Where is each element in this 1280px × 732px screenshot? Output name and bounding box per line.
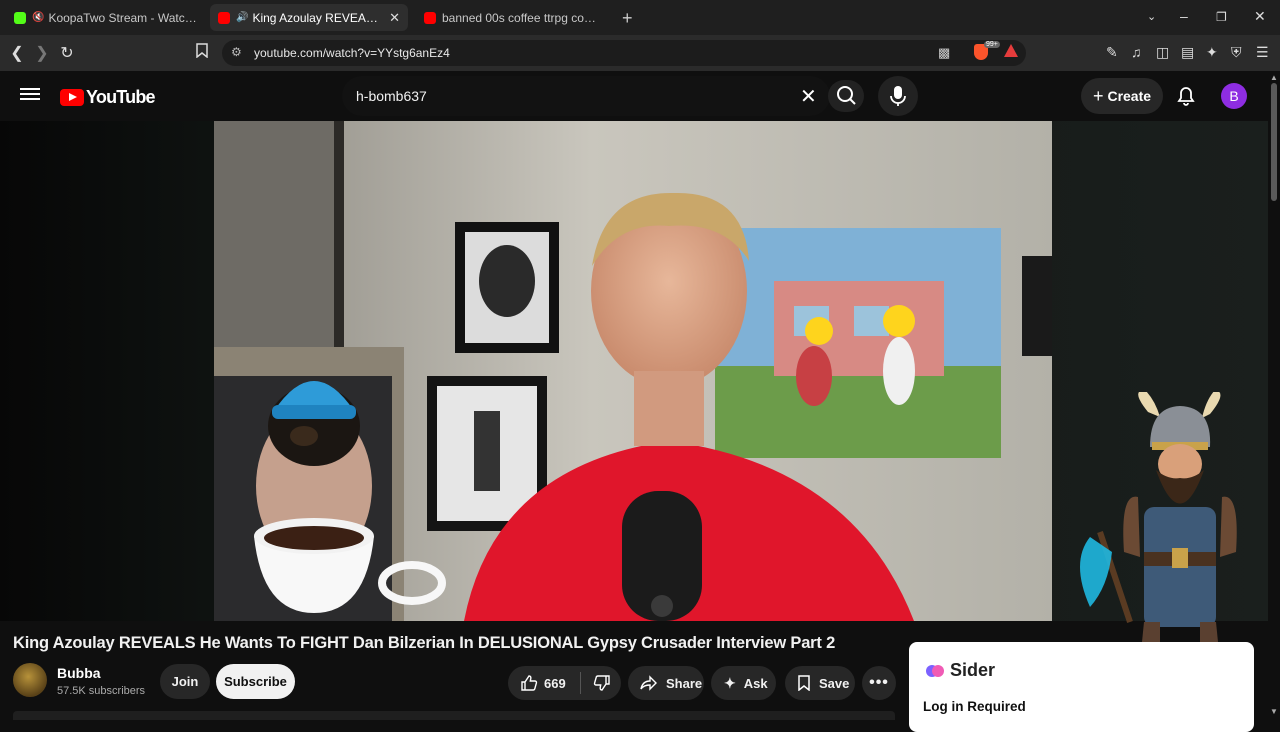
media-music-icon[interactable]: ♫ xyxy=(1131,44,1142,60)
video-frame-image xyxy=(214,121,1052,621)
sider-brain-icon xyxy=(926,664,944,677)
search-icon xyxy=(837,86,856,105)
microphone-icon xyxy=(890,86,906,106)
ask-label: Ask xyxy=(743,675,768,691)
share-button[interactable]: Share xyxy=(628,666,704,700)
scroll-up-icon[interactable]: ▲ xyxy=(1270,73,1278,82)
sidebar-icon[interactable]: ◫ xyxy=(1156,44,1169,61)
leo-ai-icon[interactable]: ✦ xyxy=(1206,44,1218,61)
clear-search-icon[interactable]: ✕ xyxy=(800,84,817,109)
window-close-icon[interactable]: ✕ xyxy=(1254,8,1266,25)
sparkle-icon: ✦ xyxy=(724,674,736,691)
channel-avatar[interactable] xyxy=(13,663,47,697)
scroll-down-icon[interactable]: ▼ xyxy=(1270,707,1278,716)
plus-icon: + xyxy=(1092,85,1104,106)
divider xyxy=(579,672,581,694)
bookmark-icon[interactable] xyxy=(192,43,212,63)
youtube-favicon-icon xyxy=(218,11,230,24)
tab-title: KoopaTwo Stream - Watch Live o xyxy=(48,10,198,25)
vpn-shield-icon[interactable]: ⛨ xyxy=(1231,44,1242,61)
sider-extension-panel[interactable]: Sider Log in Required xyxy=(909,642,1254,732)
youtube-header: YouTube h-bomb637 ✕ + Create B xyxy=(0,71,1280,121)
share-label: Share xyxy=(666,675,703,691)
like-button[interactable]: 669 xyxy=(508,674,566,692)
muted-speaker-icon[interactable]: 🔇 xyxy=(32,12,44,23)
share-arrow-icon xyxy=(640,675,657,691)
browser-tab-koopatwo[interactable]: 🔇 KoopaTwo Stream - Watch Live o xyxy=(6,4,206,31)
forward-icon[interactable]: ❯ xyxy=(32,43,52,63)
more-actions-icon[interactable]: ••• xyxy=(862,666,896,700)
join-button[interactable]: Join xyxy=(160,664,210,699)
browser-tab-coffee-ttrpg[interactable]: banned 00s coffee ttrpg commercial xyxy=(416,4,612,31)
kick-favicon-icon xyxy=(14,11,26,24)
extensions-icon[interactable]: ✎ xyxy=(1106,44,1118,61)
ask-button[interactable]: ✦ Ask xyxy=(711,666,776,700)
subscriber-count: 57.5K subscribers xyxy=(57,685,146,697)
sider-login-message[interactable]: Log in Required xyxy=(923,699,1026,714)
like-dislike-group: 669 xyxy=(508,666,621,700)
youtube-logo-text: YouTube xyxy=(86,87,156,107)
url-field[interactable]: ⚙ youtube.com/watch?v=YYstg6anEz4 ▩ 99+ xyxy=(222,40,1026,66)
create-button[interactable]: + Create xyxy=(1081,78,1163,114)
save-bookmark-icon xyxy=(798,675,810,691)
close-tab-icon[interactable]: ✕ xyxy=(389,10,400,26)
wallet-icon[interactable]: ▤ xyxy=(1181,44,1194,61)
site-info-icon[interactable]: ⚙ xyxy=(231,45,242,59)
video-title: King Azoulay REVEALS He Wants To FIGHT D… xyxy=(13,634,836,652)
browser-tab-king-azoulay[interactable]: 🔊 King Azoulay REVEALS He Wa ✕ xyxy=(210,4,408,31)
shields-count-badge: 99+ xyxy=(984,41,1000,48)
youtube-play-logo-icon xyxy=(60,89,84,106)
subscribe-button[interactable]: Subscribe xyxy=(216,664,295,699)
search-button[interactable] xyxy=(828,80,864,112)
youtube-logo[interactable]: YouTube xyxy=(60,87,156,108)
browser-menu-icon[interactable]: ☰ xyxy=(1256,44,1269,61)
thumbs-down-icon xyxy=(593,675,610,691)
scrollbar-thumb[interactable] xyxy=(1271,83,1277,201)
cast-icon[interactable]: ▩ xyxy=(938,45,950,61)
search-box[interactable]: h-bomb637 ✕ xyxy=(342,76,830,116)
notifications-bell-icon[interactable] xyxy=(1175,85,1197,107)
thumbs-up-icon xyxy=(521,675,538,691)
dislike-button[interactable] xyxy=(593,674,611,692)
url-text: youtube.com/watch?v=YYstg6anEz4 xyxy=(254,46,450,60)
guide-menu-icon[interactable] xyxy=(20,85,40,105)
browser-tab-strip: 🔇 KoopaTwo Stream - Watch Live o 🔊 King … xyxy=(0,0,1280,35)
restore-icon[interactable]: ❐ xyxy=(1216,10,1227,24)
save-label: Save xyxy=(819,675,850,691)
sider-brand: Sider xyxy=(925,660,995,681)
new-tab-icon[interactable]: + xyxy=(622,8,633,29)
brave-rewards-icon[interactable] xyxy=(1004,44,1018,57)
voice-search-button[interactable] xyxy=(878,76,918,116)
minimize-icon[interactable]: – xyxy=(1180,8,1188,24)
sider-brand-name: Sider xyxy=(950,660,996,680)
reload-icon[interactable]: ↻ xyxy=(57,43,77,63)
speaker-icon[interactable]: 🔊 xyxy=(236,12,248,23)
save-button[interactable]: Save xyxy=(785,666,855,700)
description-box-top[interactable] xyxy=(13,711,895,720)
video-player[interactable] xyxy=(214,121,1052,621)
back-icon[interactable]: ❮ xyxy=(7,43,27,63)
channel-name[interactable]: Bubba xyxy=(57,665,101,681)
tab-title: King Azoulay REVEALS He Wa xyxy=(252,10,383,25)
account-avatar[interactable]: B xyxy=(1221,83,1247,109)
create-label: Create xyxy=(1107,88,1152,104)
browser-toolbar: ❮ ❯ ↻ ⚙ youtube.com/watch?v=YYstg6anEz4 … xyxy=(0,35,1280,71)
tab-title: banned 00s coffee ttrpg commercial xyxy=(442,10,604,25)
tab-search-chevron-icon[interactable]: ⌄ xyxy=(1147,10,1156,23)
youtube-favicon-icon xyxy=(424,11,436,24)
like-count: 669 xyxy=(544,675,566,691)
search-input[interactable]: h-bomb637 xyxy=(356,88,427,104)
